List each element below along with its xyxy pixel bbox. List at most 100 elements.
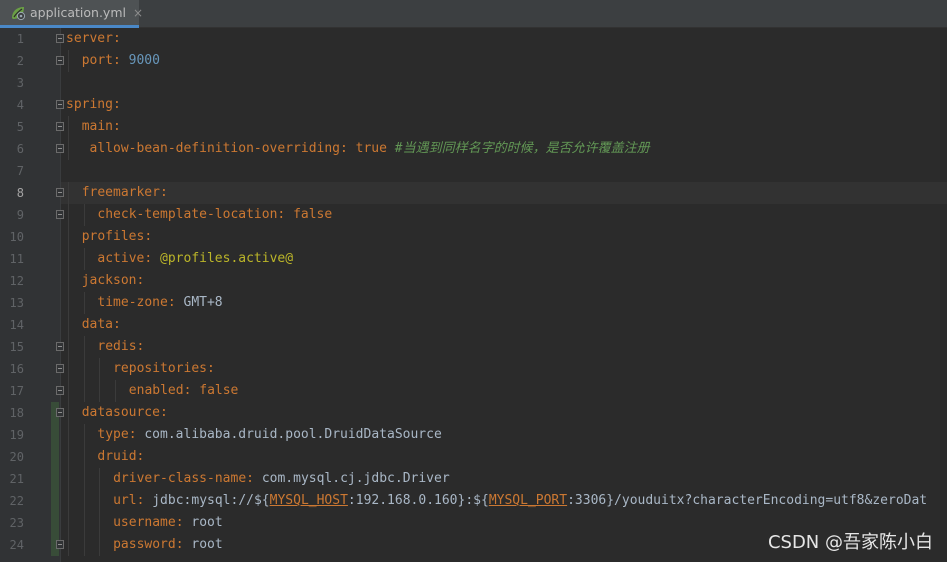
line-content: druid: [97,446,144,468]
token-punct: : [128,427,145,442]
line-content: jackson: [82,270,145,292]
token-punct: : [175,537,192,552]
token-key: repositories [113,361,208,376]
code-line[interactable]: 5 main: [0,116,947,138]
code-line[interactable]: 19 type: com.alibaba.druid.pool.DruidData… [0,424,947,446]
line-number: 7 [16,164,24,178]
token-punct: : [183,383,200,398]
token-key: check-template-location [97,207,278,222]
token-punct: : [144,251,161,266]
token-key: enabled [128,383,184,398]
fold-toggle-icon[interactable] [56,342,64,351]
code-line[interactable]: 2 port: 9000 [0,50,947,72]
code-line[interactable]: 14 data: [0,314,947,336]
fold-toggle-icon[interactable] [56,408,64,417]
indent-guide [68,270,69,292]
code-line[interactable]: 11 active: @profiles.active@ [0,248,947,270]
indent-guide [99,512,101,534]
vcs-change-marker[interactable] [51,446,59,468]
fold-toggle-icon[interactable] [56,364,64,373]
token-key: freemarker [81,185,160,200]
line-number: 19 [9,428,24,442]
vcs-change-marker[interactable] [51,490,59,512]
token-key: type [97,427,129,442]
token-punct: : [113,317,121,332]
editor-tab-bar: application.yml × [0,0,947,28]
token-val-anno: @profiles.active@ [160,251,294,266]
code-line[interactable]: 12 jackson: [0,270,947,292]
code-line[interactable]: 21 driver-class-name: com.mysql.cj.jdbc.D… [0,468,947,490]
yaml-spring-file-icon [10,5,26,21]
line-content: server: [66,28,121,50]
fold-toggle-icon[interactable] [56,56,64,65]
indent-guide [99,490,101,512]
code-line[interactable]: 10 profiles: [0,226,947,248]
line-number: 3 [16,76,24,90]
close-icon[interactable]: × [133,6,143,20]
code-line[interactable]: 15 redis: [0,336,947,358]
indent-guide [68,534,69,556]
code-line[interactable]: 6 allow-bean-definition-overriding: true … [0,138,947,160]
line-number: 11 [9,252,24,266]
token-key: url [113,493,137,508]
token-val-text: :3306}/youduitx?characterEncoding=utf8&z… [567,493,928,508]
indent-guide [68,424,69,446]
token-val-text: root [191,515,223,530]
code-line[interactable]: 13 time-zone: GMT+8 [0,292,947,314]
fold-toggle-icon[interactable] [56,144,64,153]
indent-guide [68,446,69,468]
fold-toggle-icon[interactable] [56,188,64,197]
token-punct: : [136,339,145,354]
code-line[interactable]: 3 [0,72,947,94]
line-number: 12 [9,274,24,288]
indent-guide [83,358,85,380]
tab-application-yml[interactable]: application.yml × [0,0,143,28]
code-line[interactable]: 22 url: jdbc:mysql://${MYSQL_HOST:192.168… [0,490,947,512]
fold-toggle-icon[interactable] [56,386,64,395]
indent-guide [83,204,85,226]
vcs-change-marker[interactable] [51,424,59,446]
code-line[interactable]: 16 repositories: [0,358,947,380]
code-line[interactable]: 18 datasource: [0,402,947,424]
token-punct: : [277,207,294,222]
fold-toggle-icon[interactable] [56,122,64,131]
ide-window: application.yml × 1 server: 2 port: 9000 3 4 s… [0,0,947,562]
token-key: server [66,31,113,46]
current-line-highlight [61,182,947,204]
indent-guide [68,512,69,534]
indent-guide [99,358,101,380]
code-editor[interactable]: 1 server: 2 port: 9000 3 4 spring: 5 main: 6 allow… [0,28,947,562]
code-line[interactable]: 7 [0,160,947,182]
line-content: allow-bean-definition-overriding: true #… [90,138,650,160]
vcs-change-marker[interactable] [51,512,59,534]
line-number: 10 [9,230,24,244]
token-punct: : [159,185,168,200]
token-punct: : [340,141,356,156]
token-val-text: GMT+8 [183,295,223,310]
fold-toggle-icon[interactable] [56,210,64,219]
vcs-change-marker[interactable] [51,468,59,490]
code-line[interactable]: 9 check-template-location: false [0,204,947,226]
line-content: check-template-location: false [97,204,332,226]
token-val-bool: false [199,383,239,398]
token-key: time-zone [97,295,168,310]
token-key: datasource [81,405,160,420]
code-line[interactable]: 17 enabled: false [0,380,947,402]
line-number: 15 [9,340,24,354]
code-line[interactable]: 1 server: [0,28,947,50]
token-val-text: com.alibaba.druid.pool.DruidDataSource [144,427,442,442]
code-line[interactable]: 8 freemarker: [0,182,947,204]
code-line[interactable]: 20 druid: [0,446,947,468]
indent-guide [68,314,69,336]
line-number: 21 [9,472,24,486]
token-key: druid [97,449,137,464]
indent-guide [68,402,69,424]
fold-toggle-icon[interactable] [56,540,64,549]
indent-guide [83,336,85,358]
line-number: 20 [9,450,24,464]
fold-toggle-icon[interactable] [56,100,64,109]
fold-toggle-icon[interactable] [56,34,64,43]
code-line[interactable]: 4 spring: [0,94,947,116]
token-key: port [81,53,113,68]
line-number: 14 [9,318,24,332]
